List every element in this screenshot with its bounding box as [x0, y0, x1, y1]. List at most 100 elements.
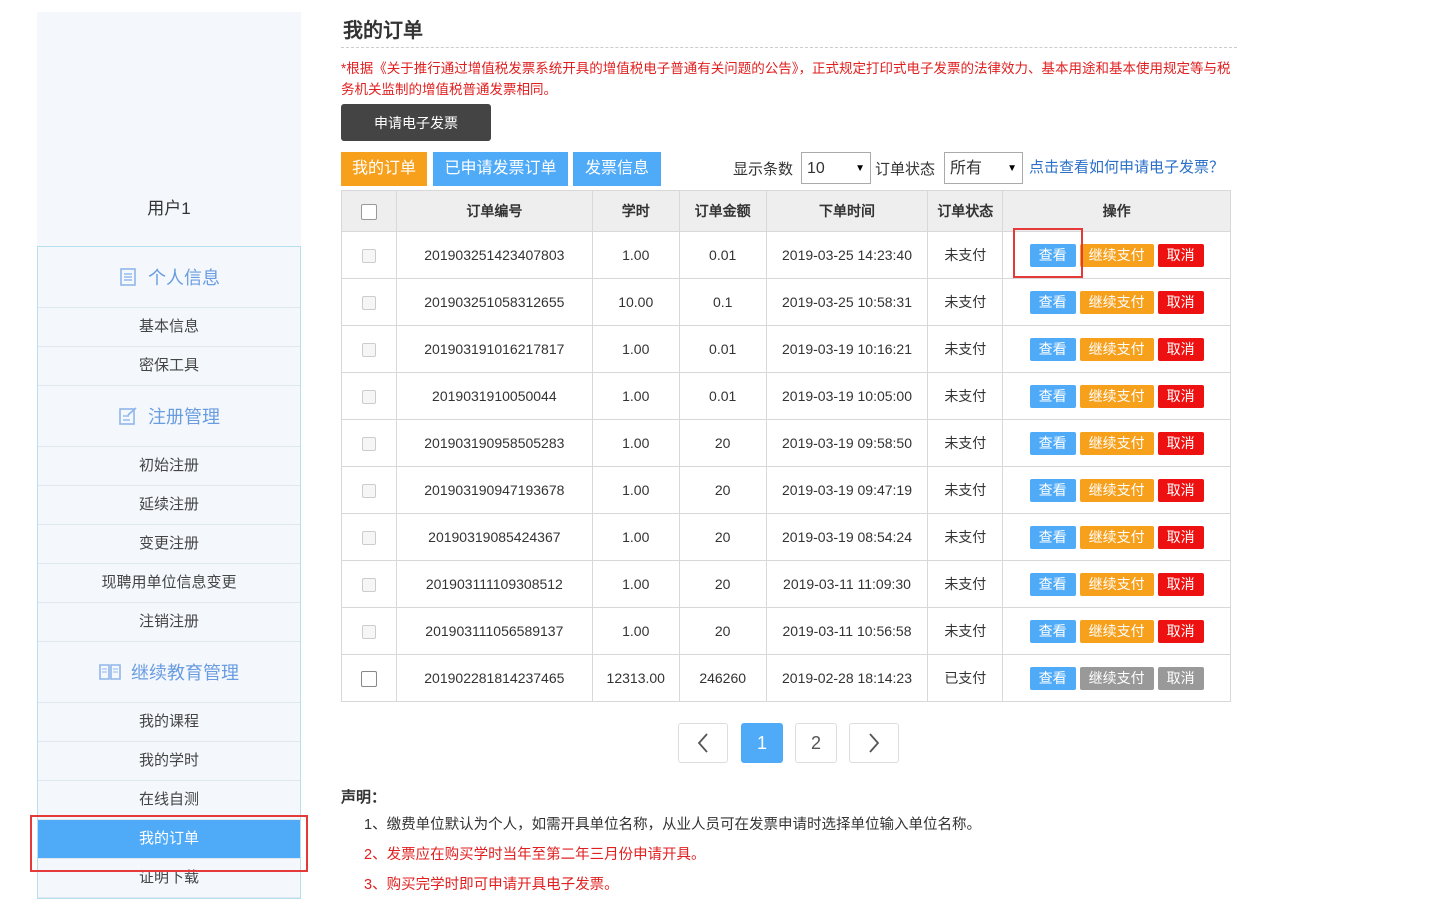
cancel-order-button[interactable]: 取消	[1157, 478, 1204, 502]
sidebar-item-renew-registration[interactable]: 延续注册	[38, 486, 300, 525]
page-button-1[interactable]: 1	[741, 723, 783, 763]
order-actions: 查看 继续支付 取消	[1002, 325, 1231, 373]
order-hours: 1.00	[591, 372, 680, 420]
group-continuing-education[interactable]: 继续教育管理	[38, 642, 300, 703]
cancel-order-button[interactable]: 取消	[1157, 572, 1204, 596]
order-id: 201903190947193678	[395, 466, 593, 514]
username: 用户1	[147, 199, 191, 218]
order-hours: 1.00	[591, 325, 680, 373]
table-header-row: 订单编号 学时 订单金额 下单时间 订单状态 操作	[341, 190, 1231, 232]
row-select-cell	[341, 372, 397, 420]
tab-invoice-info[interactable]: 发票信息	[573, 152, 661, 186]
status-filter-label: 订单状态	[875, 161, 936, 178]
order-time: 2019-03-19 09:58:50	[765, 419, 929, 467]
sidebar-item-initial-registration[interactable]: 初始注册	[38, 447, 300, 486]
view-button[interactable]: 查看	[1029, 337, 1076, 361]
order-actions: 查看 继续支付 取消	[1002, 513, 1231, 561]
continue-pay-button[interactable]: 继续支付	[1079, 431, 1154, 455]
order-id: 201903191016217817	[395, 325, 593, 373]
status-filter-value: 所有	[950, 160, 983, 177]
group-personal-info[interactable]: 个人信息	[38, 247, 300, 308]
declaration-item-1: 1、缴费单位默认为个人，如需开具单位名称，从业人员可在发票申请时选择单位输入单位…	[364, 817, 982, 833]
continue-pay-button[interactable]: 继续支付	[1079, 243, 1154, 267]
order-status: 未支付	[927, 325, 1004, 373]
row-checkbox[interactable]	[361, 437, 376, 452]
order-amount: 20	[678, 513, 767, 561]
view-button[interactable]: 查看	[1029, 666, 1076, 690]
continue-pay-button[interactable]: 继续支付	[1079, 525, 1154, 549]
divider	[341, 47, 1237, 48]
select-all-cell	[341, 190, 397, 232]
next-page-button[interactable]	[849, 723, 899, 763]
row-checkbox[interactable]	[361, 531, 376, 546]
view-button[interactable]: 查看	[1029, 525, 1076, 549]
row-checkbox[interactable]	[361, 343, 376, 358]
continue-pay-button[interactable]: 继续支付	[1079, 619, 1154, 643]
sidebar-item-security-tools[interactable]: 密保工具	[38, 347, 300, 386]
how-to-apply-link[interactable]: 点击查看如何申请电子发票？	[1029, 156, 1224, 177]
cancel-order-button[interactable]: 取消	[1157, 290, 1204, 314]
cancel-order-button[interactable]: 取消	[1157, 431, 1204, 455]
order-amount: 20	[678, 560, 767, 608]
row-select-cell	[341, 654, 397, 702]
order-actions: 查看 继续支付 取消	[1002, 372, 1231, 420]
order-time: 2019-03-19 08:54:24	[765, 513, 929, 561]
cancel-order-button[interactable]: 取消	[1157, 619, 1204, 643]
row-checkbox[interactable]	[361, 296, 376, 311]
sidebar-item-cancel-registration[interactable]: 注销注册	[38, 603, 300, 642]
row-checkbox[interactable]	[361, 578, 376, 593]
cancel-order-button[interactable]: 取消	[1157, 384, 1204, 408]
tab-invoiced-orders[interactable]: 已申请发票订单	[433, 152, 568, 186]
sidebar-item-employer-change[interactable]: 现聘用单位信息变更	[38, 564, 300, 603]
view-button[interactable]: 查看	[1029, 572, 1076, 596]
view-button[interactable]: 查看	[1029, 478, 1076, 502]
view-button[interactable]: 查看	[1029, 384, 1076, 408]
order-amount: 20	[678, 466, 767, 514]
group-registration[interactable]: 注册管理	[38, 386, 300, 447]
table-row: 201902281814237465 12313.00 246260 2019-02-…	[341, 654, 1231, 702]
continue-pay-button[interactable]: 继续支付	[1079, 478, 1154, 502]
cancel-order-button[interactable]: 取消	[1157, 243, 1204, 267]
cancel-order-button[interactable]: 取消	[1157, 525, 1204, 549]
row-select-cell	[341, 278, 397, 326]
row-select-cell	[341, 231, 397, 279]
sidebar-item-change-registration[interactable]: 变更注册	[38, 525, 300, 564]
continue-pay-button[interactable]: 继续支付	[1079, 666, 1154, 690]
continue-pay-button[interactable]: 继续支付	[1079, 337, 1154, 361]
select-all-checkbox[interactable]	[360, 203, 377, 220]
order-amount: 0.01	[678, 372, 767, 420]
row-checkbox[interactable]	[361, 249, 376, 264]
order-actions: 查看 继续支付 取消	[1002, 466, 1231, 514]
sidebar-item-my-hours[interactable]: 我的学时	[38, 742, 300, 781]
cancel-order-button[interactable]: 取消	[1157, 666, 1204, 690]
apply-e-invoice-button[interactable]: 申请电子发票	[341, 104, 491, 141]
row-select-cell	[341, 325, 397, 373]
view-button[interactable]: 查看	[1029, 431, 1076, 455]
order-amount: 0.1	[678, 278, 767, 326]
row-checkbox[interactable]	[361, 390, 376, 405]
sidebar-item-my-courses[interactable]: 我的课程	[38, 703, 300, 742]
tab-my-orders[interactable]: 我的订单	[341, 152, 427, 186]
view-button[interactable]: 查看	[1029, 619, 1076, 643]
page-button-2[interactable]: 2	[795, 723, 837, 763]
continue-pay-button[interactable]: 继续支付	[1079, 572, 1154, 596]
order-hours: 1.00	[591, 513, 680, 561]
cancel-order-button[interactable]: 取消	[1157, 337, 1204, 361]
order-amount: 20	[678, 419, 767, 467]
chevron-left-icon	[697, 733, 708, 753]
order-status: 未支付	[927, 466, 1004, 514]
continue-pay-button[interactable]: 继续支付	[1079, 384, 1154, 408]
dropdown-arrow-icon: ▼	[855, 163, 865, 174]
order-id: 201903190958505283	[395, 419, 593, 467]
prev-page-button[interactable]	[678, 723, 728, 763]
row-checkbox[interactable]	[360, 670, 377, 687]
row-checkbox[interactable]	[361, 625, 376, 640]
status-filter-select[interactable]: 所有 ▼	[944, 152, 1023, 184]
table-row: 201903251058312655 10.00 0.1 2019-03-25 10:…	[341, 278, 1231, 326]
page-size-select[interactable]: 10 ▼	[801, 152, 871, 184]
view-button[interactable]: 查看	[1029, 290, 1076, 314]
sidebar-item-basic-info[interactable]: 基本信息	[38, 308, 300, 347]
order-time: 2019-03-19 10:05:00	[765, 372, 929, 420]
row-checkbox[interactable]	[361, 484, 376, 499]
continue-pay-button[interactable]: 继续支付	[1079, 290, 1154, 314]
